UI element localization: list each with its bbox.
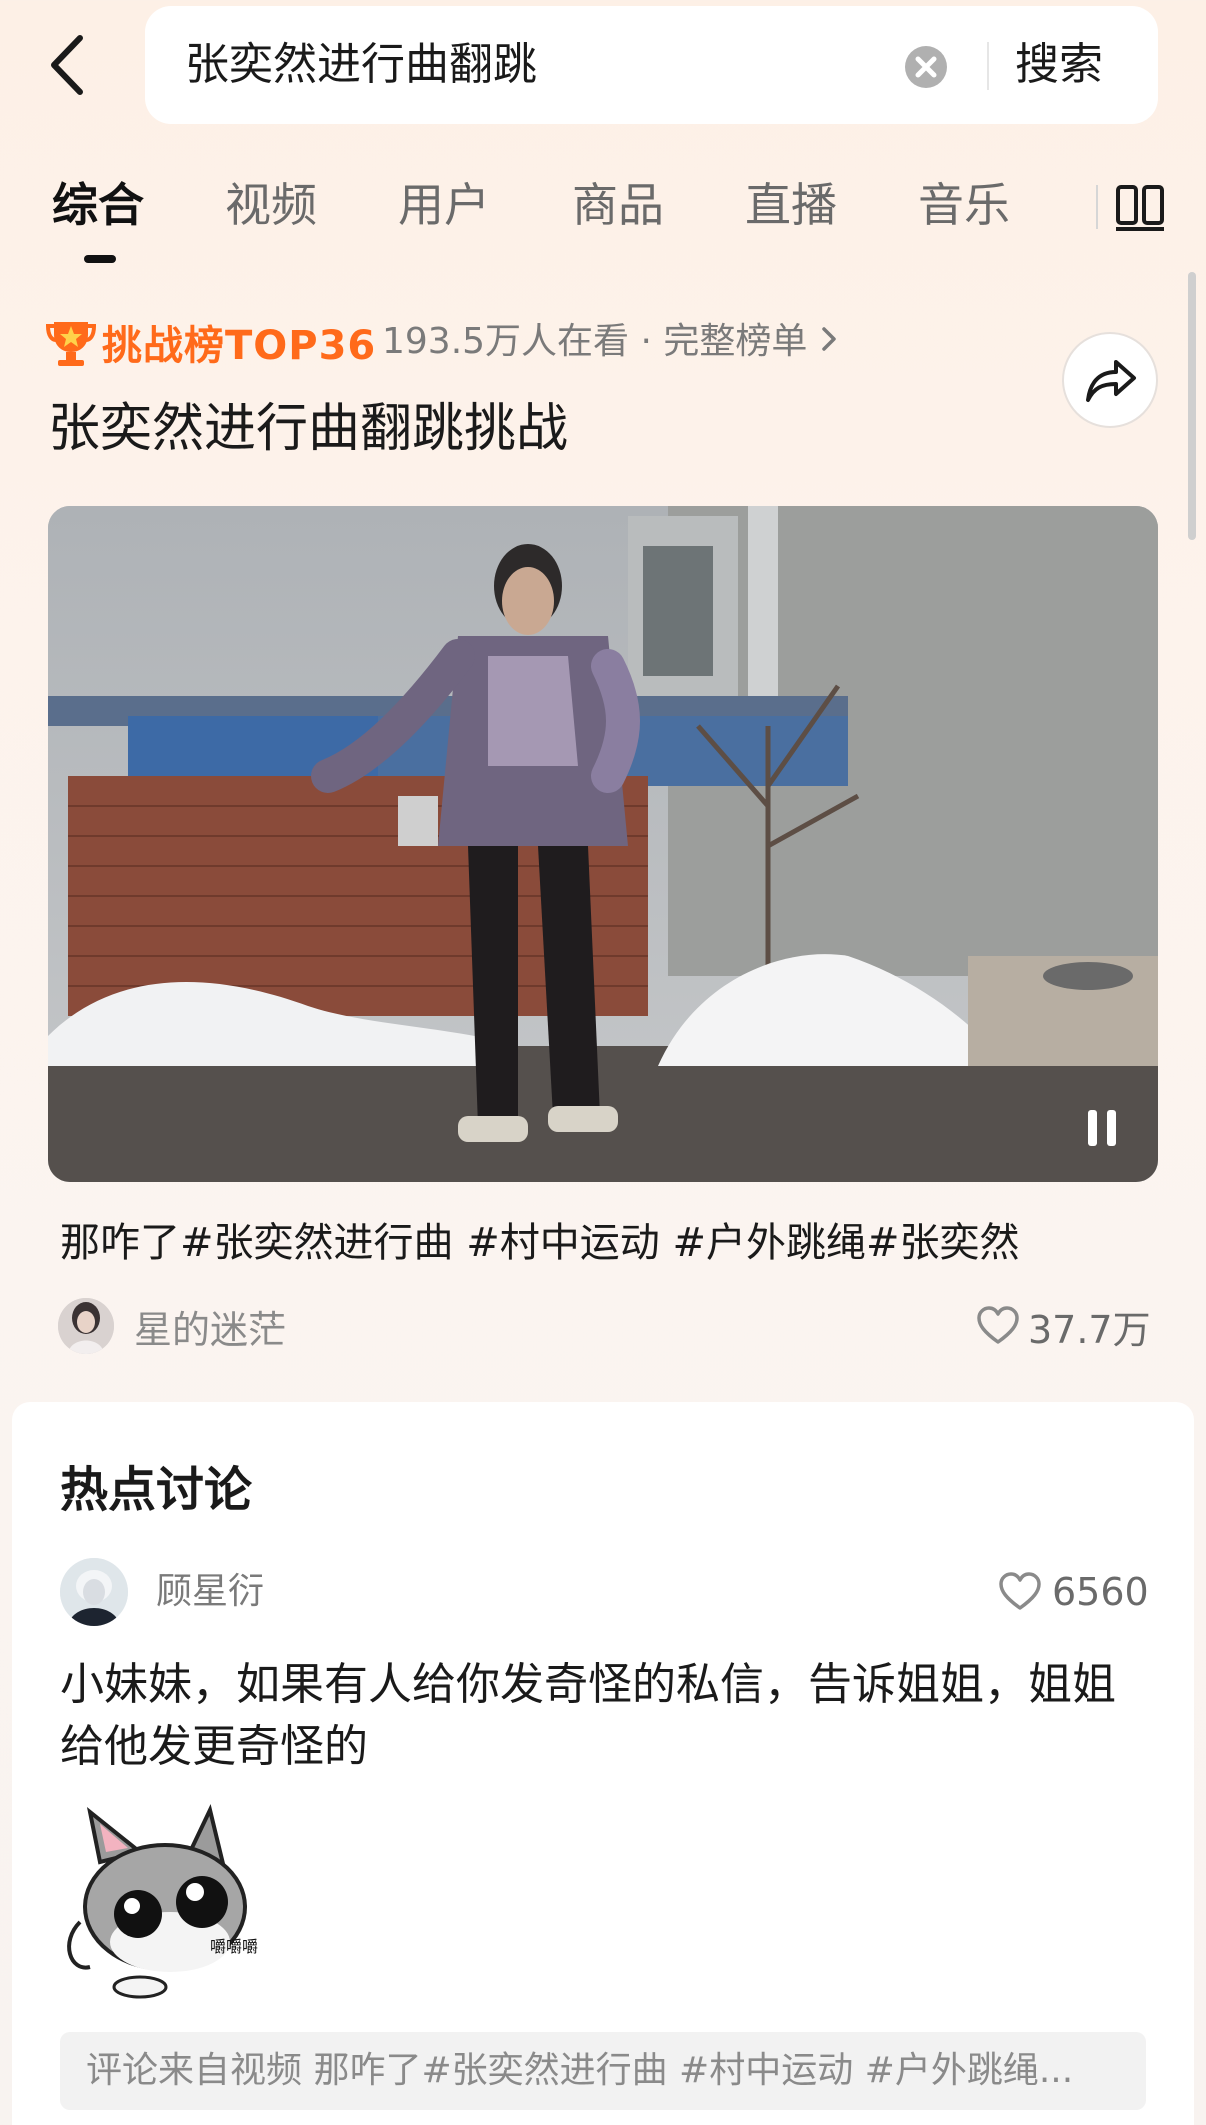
video-author[interactable]: 星的迷茫: [58, 1298, 286, 1354]
hot-discussion-card: 热点讨论 顾星衍 6560 小妹妹，如果有人给你发奇怪的私信，告诉姐姐，姐姐给他…: [12, 1402, 1194, 2125]
tab-bar: 综合 视频 用户 商品 直播 音乐: [0, 165, 1206, 265]
pause-button[interactable]: [1082, 1108, 1122, 1148]
share-icon: [1086, 360, 1136, 402]
scrollbar[interactable]: [1188, 272, 1196, 540]
avatar[interactable]: [60, 1558, 128, 1626]
commenter-avatar-image: [60, 1558, 128, 1626]
pause-icon: [1088, 1110, 1116, 1146]
author-name[interactable]: 星的迷茫: [134, 1299, 286, 1354]
search-box[interactable]: 张奕然进行曲翻跳 搜索: [145, 6, 1158, 124]
video-player[interactable]: [48, 506, 1158, 1182]
clear-search-button[interactable]: [905, 46, 947, 88]
back-button[interactable]: [44, 30, 94, 100]
viewers-count: 193.5万人在看 · 完整榜单: [382, 321, 808, 362]
comment-text: 小妹妹，如果有人给你发奇怪的私信，告诉姐姐，姐姐给他发更奇怪的: [60, 1659, 1116, 1772]
trophy-icon: [46, 322, 96, 366]
full-ranking-link[interactable]: 193.5万人在看 · 完整榜单: [382, 314, 837, 370]
heart-icon: [999, 1572, 1041, 1610]
top-bar: 张奕然进行曲翻跳 搜索: [0, 0, 1206, 140]
active-tab-indicator: [84, 255, 116, 263]
back-arrow-icon: [51, 35, 83, 95]
challenge-title[interactable]: 张奕然进行曲翻跳挑战: [48, 386, 568, 461]
chevron-right-icon: [822, 327, 837, 351]
hot-discussion-title: 热点讨论: [60, 1462, 253, 1518]
video-like-count: 37.7万: [1028, 1307, 1151, 1352]
tab-separator: [1096, 185, 1098, 229]
comment-source-link[interactable]: 评论来自视频 那咋了#张奕然进行曲 #村中运动 #户外跳绳...: [60, 2032, 1146, 2110]
comment-source-text: 评论来自视频 那咋了#张奕然进行曲 #村中运动 #户外跳绳...: [86, 2050, 1074, 2091]
search-button[interactable]: 搜索: [1015, 6, 1103, 124]
share-button[interactable]: [1062, 332, 1158, 428]
cat-sticker-image: 嚼嚼嚼: [67, 1804, 258, 1999]
clear-icon: [915, 56, 937, 78]
tab-products[interactable]: 商品: [572, 165, 664, 245]
heart-icon: [977, 1306, 1019, 1344]
challenge-rank-badge[interactable]: 挑战榜TOP36: [46, 314, 376, 370]
video-thumbnail: [48, 506, 1158, 1182]
tab-live[interactable]: 直播: [745, 165, 837, 245]
commenter-name[interactable]: 顾星衍: [156, 1558, 264, 1626]
sticker-text: 嚼嚼嚼: [210, 1937, 258, 1956]
comment-sticker[interactable]: 嚼嚼嚼: [60, 1802, 260, 2002]
tab-music[interactable]: 音乐: [918, 165, 1010, 245]
filter-icon: [1116, 185, 1164, 231]
challenge-rank-label: 挑战榜TOP36: [102, 323, 377, 369]
video-caption[interactable]: 那咋了#张奕然进行曲 #村中运动 #户外跳绳#张奕然: [60, 1210, 1020, 1268]
comment-like-button[interactable]: 6560: [998, 1558, 1149, 1626]
tab-comprehensive[interactable]: 综合: [52, 165, 144, 245]
search-input[interactable]: 张奕然进行曲翻跳: [185, 6, 537, 124]
video-like-button[interactable]: 37.7万: [976, 1298, 1151, 1354]
comment-like-count: 6560: [1052, 1570, 1149, 1614]
avatar[interactable]: [58, 1298, 114, 1354]
search-divider: [987, 42, 989, 90]
tab-videos[interactable]: 视频: [225, 165, 317, 245]
filter-button[interactable]: [1112, 179, 1168, 235]
tab-users[interactable]: 用户: [398, 165, 490, 245]
author-avatar-image: [58, 1298, 114, 1354]
